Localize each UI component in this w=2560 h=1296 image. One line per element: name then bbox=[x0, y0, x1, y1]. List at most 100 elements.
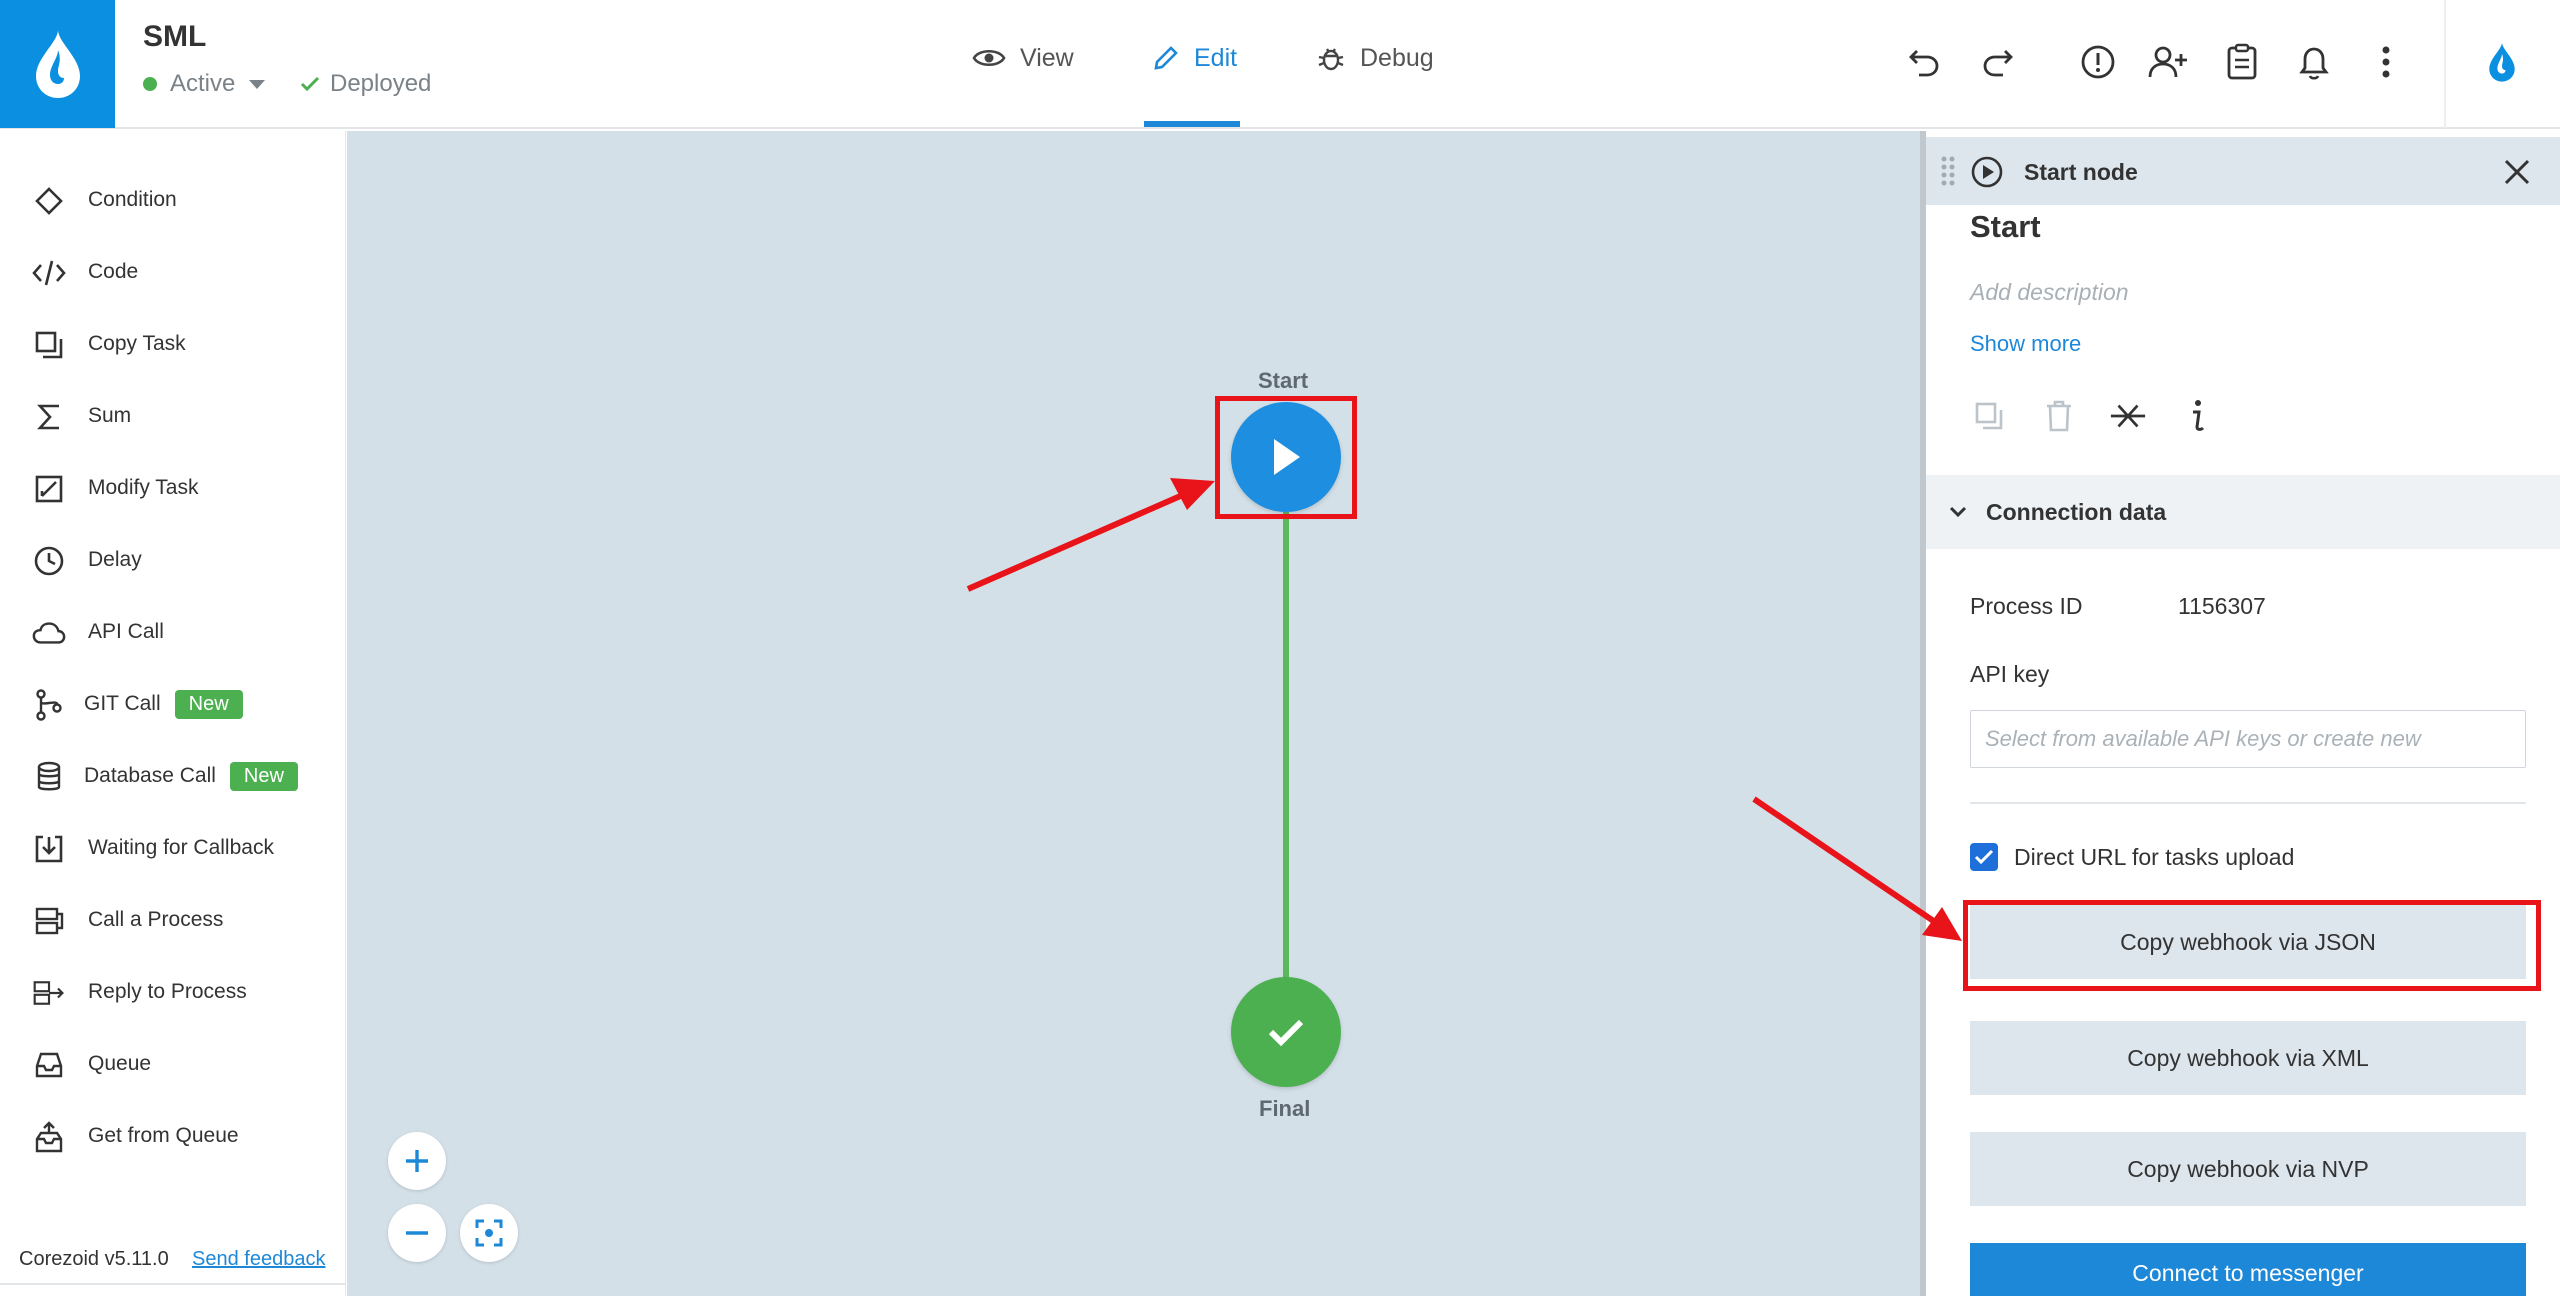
connection-data-section[interactable]: Connection data bbox=[1926, 475, 2560, 549]
chevron-down-icon bbox=[1949, 506, 1967, 518]
node-connector bbox=[1283, 512, 1289, 978]
annotation-highlight-json bbox=[1963, 900, 2541, 991]
plus-icon bbox=[406, 1150, 428, 1172]
palette-item-label: Get from Queue bbox=[88, 1124, 239, 1147]
palette-item-database-call[interactable]: Database Call New bbox=[0, 748, 346, 804]
send-feedback-link[interactable]: Send feedback bbox=[192, 1248, 325, 1271]
node-title[interactable]: Start bbox=[1970, 209, 2041, 245]
toolbar-divider bbox=[2444, 0, 2446, 128]
check-icon bbox=[1268, 1019, 1304, 1047]
minus-icon bbox=[406, 1231, 428, 1235]
palette-item-sum[interactable]: Sum bbox=[0, 388, 346, 444]
info-icon bbox=[2193, 400, 2205, 431]
workspace-logo[interactable] bbox=[2480, 40, 2524, 84]
check-icon bbox=[1974, 849, 1994, 865]
palette-item-api-call[interactable]: API Call bbox=[0, 604, 346, 660]
clipboard-icon bbox=[2227, 43, 2257, 80]
git-icon bbox=[32, 688, 66, 722]
copy-icon bbox=[32, 328, 66, 362]
palette-item-git-call[interactable]: GIT Call New bbox=[0, 676, 346, 732]
palette-item-get-from-queue[interactable]: Get from Queue bbox=[0, 1108, 346, 1164]
palette-item-label: Copy Task bbox=[88, 332, 186, 355]
clock-icon bbox=[32, 544, 66, 578]
fit-to-screen-button[interactable] bbox=[460, 1204, 518, 1262]
drag-handle-icon[interactable] bbox=[1940, 155, 1956, 189]
palette-item-modify-task[interactable]: Modify Task bbox=[0, 460, 346, 516]
reply-process-icon bbox=[32, 976, 66, 1010]
process-title: SML bbox=[143, 20, 207, 53]
copy-node-button[interactable] bbox=[1970, 397, 2008, 435]
inbox-icon bbox=[32, 1048, 66, 1082]
close-icon[interactable] bbox=[2502, 157, 2532, 187]
corezoid-logo[interactable] bbox=[0, 0, 115, 128]
palette-item-label: GIT Call New bbox=[84, 689, 243, 719]
copy-icon bbox=[1975, 402, 2003, 430]
connect-messenger-button[interactable]: Connect to messenger bbox=[1970, 1243, 2526, 1296]
tasks-button[interactable] bbox=[2220, 40, 2264, 84]
palette-item-label: Sum bbox=[88, 404, 132, 427]
notifications-button[interactable] bbox=[2292, 40, 2336, 84]
api-key-input[interactable] bbox=[1970, 710, 2526, 768]
palette-item-text: Database Call bbox=[84, 763, 216, 787]
node-properties-panel: Start node Start Add description Show mo… bbox=[1926, 131, 2560, 1296]
redo-icon bbox=[1983, 50, 2013, 77]
direct-url-label: Direct URL for tasks upload bbox=[2014, 843, 2295, 870]
tab-debug-label: Debug bbox=[1360, 43, 1434, 72]
tab-debug[interactable]: Debug bbox=[1316, 38, 1434, 78]
download-box-icon bbox=[32, 832, 66, 866]
check-icon bbox=[300, 76, 320, 92]
process-info-button[interactable] bbox=[2076, 40, 2120, 84]
palette-item-label: Condition bbox=[88, 188, 177, 211]
palette-item-delay[interactable]: Delay bbox=[0, 532, 346, 588]
modify-icon bbox=[32, 472, 66, 506]
more-menu-button[interactable] bbox=[2364, 40, 2408, 84]
bell-icon bbox=[2299, 47, 2329, 80]
tab-edit[interactable]: Edit bbox=[1152, 38, 1237, 78]
palette-item-reply-to-process[interactable]: Reply to Process bbox=[0, 964, 346, 1020]
palette-item-label: Queue bbox=[88, 1052, 152, 1075]
direct-url-checkbox[interactable]: Direct URL for tasks upload bbox=[1970, 843, 2294, 871]
new-badge: New bbox=[174, 689, 243, 719]
palette-item-call-a-process[interactable]: Call a Process bbox=[0, 892, 346, 948]
share-button[interactable] bbox=[2146, 40, 2190, 84]
cross-link-button[interactable] bbox=[2109, 397, 2147, 435]
copy-webhook-xml-button[interactable]: Copy webhook via XML bbox=[1970, 1021, 2526, 1095]
annotation-highlight-start bbox=[1215, 396, 1357, 519]
top-bar: SML Active Deployed View Edit Debug bbox=[0, 0, 2560, 129]
drop-logo-icon bbox=[2489, 42, 2515, 82]
trash-icon bbox=[2047, 400, 2071, 432]
database-icon bbox=[32, 760, 66, 794]
more-vertical-icon bbox=[2382, 46, 2390, 78]
call-process-icon bbox=[32, 904, 66, 938]
zoom-in-button[interactable] bbox=[388, 1132, 446, 1190]
palette-item-copy-task[interactable]: Copy Task bbox=[0, 316, 346, 372]
redo-button[interactable] bbox=[1976, 40, 2020, 84]
palette-item-label: Modify Task bbox=[88, 476, 199, 499]
palette-item-condition[interactable]: Condition bbox=[0, 172, 346, 228]
zoom-out-button[interactable] bbox=[388, 1204, 446, 1262]
palette-item-waiting-for-callback[interactable]: Waiting for Callback bbox=[0, 820, 346, 876]
status-dropdown[interactable]: Active bbox=[143, 70, 266, 98]
node-info-button[interactable] bbox=[2178, 397, 2216, 435]
delete-node-button[interactable] bbox=[2040, 397, 2078, 435]
process-id-label: Process ID bbox=[1970, 593, 2083, 619]
bug-icon bbox=[1318, 48, 1344, 71]
copy-webhook-nvp-button[interactable]: Copy webhook via NVP bbox=[1970, 1132, 2526, 1206]
undo-button[interactable] bbox=[1902, 40, 1946, 84]
panel-header: Start node bbox=[1926, 137, 2560, 205]
show-more-link[interactable]: Show more bbox=[1970, 331, 2081, 357]
tab-edit-label: Edit bbox=[1194, 43, 1238, 72]
palette-item-code[interactable]: Code bbox=[0, 244, 346, 300]
process-canvas[interactable] bbox=[347, 131, 1922, 1296]
palette-item-text: GIT Call bbox=[84, 691, 161, 715]
cross-link-icon bbox=[2110, 404, 2146, 428]
status-label: Active bbox=[170, 70, 236, 97]
description-field[interactable]: Add description bbox=[1970, 279, 2129, 306]
deploy-label: Deployed bbox=[330, 70, 432, 97]
palette-item-queue[interactable]: Queue bbox=[0, 1036, 346, 1092]
fit-screen-icon bbox=[475, 1219, 503, 1247]
tab-view[interactable]: View bbox=[972, 38, 1074, 78]
final-node[interactable] bbox=[1231, 977, 1341, 1087]
palette-item-label: Code bbox=[88, 260, 139, 283]
checkbox-checked[interactable] bbox=[1970, 843, 1998, 871]
